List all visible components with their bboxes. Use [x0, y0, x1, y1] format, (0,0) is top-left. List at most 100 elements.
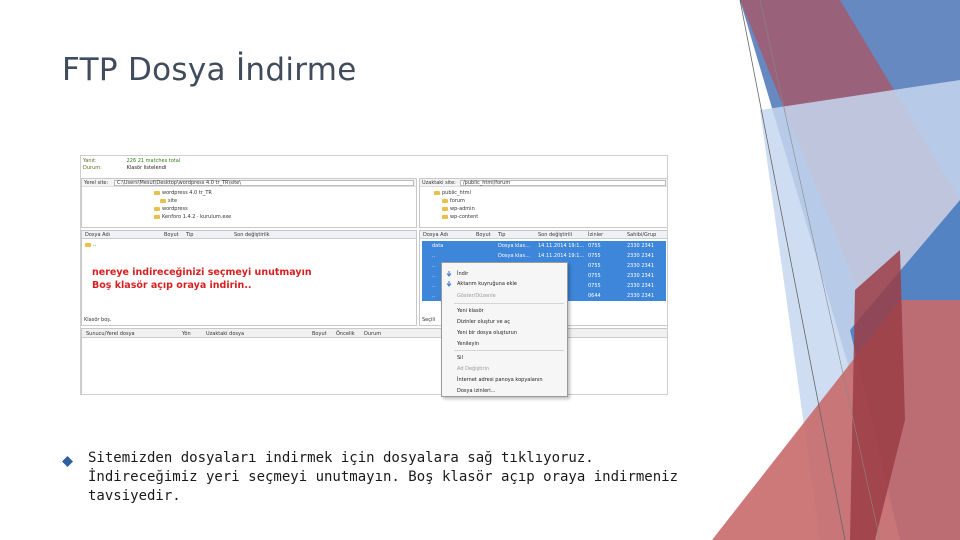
log-line: Durum: Klasör listelendi — [83, 165, 166, 171]
row-perms: 0755 — [588, 283, 601, 289]
column-header[interactable]: Öncelik — [336, 331, 355, 337]
remote-path-bar: Uzaktaki site: /public_html/forum — [420, 179, 667, 187]
queue-add-icon — [446, 281, 452, 287]
local-status: Klasör boş. — [84, 317, 112, 323]
queue-columns: Sunucu/Yerel dosya Yön Uzaktaki dosya Bo… — [82, 329, 667, 338]
folder-icon — [442, 214, 448, 219]
folder-icon — [85, 242, 91, 247]
parent-dir-item[interactable]: .. — [85, 242, 96, 248]
column-header[interactable]: Yön — [182, 331, 191, 337]
download-arrow-icon — [446, 271, 452, 277]
tree-label: Kenforo 1.4.2 · kurulum.exe — [162, 214, 232, 220]
local-site-tree: Yerel site: C:\Users\Mesut\Desktop\wordp… — [81, 178, 417, 228]
menu-item-copy-url[interactable]: İnternet adresi panoya kopyalanın — [457, 377, 543, 383]
folder-icon — [442, 206, 448, 211]
folder-icon — [154, 206, 160, 211]
row-perms: 0755 — [588, 253, 601, 259]
menu-separator — [454, 350, 564, 351]
tree-label: site — [168, 198, 178, 204]
tree-label: forum — [450, 198, 465, 204]
tree-label: wp-admin — [450, 206, 475, 212]
menu-item-add-to-queue[interactable]: Aktarım kuyruğuna ekle — [457, 281, 517, 287]
local-site-label: Yerel site: — [84, 180, 109, 186]
row-perms: 0755 — [588, 273, 601, 279]
folder-icon — [160, 198, 166, 203]
column-header[interactable]: Boyut — [476, 232, 491, 238]
column-header[interactable]: Boyut — [312, 331, 327, 337]
menu-item-file-permissions[interactable]: Dosya izinleri... — [457, 388, 495, 394]
context-menu: İndir Aktarım kuyruğuna ekle Göster/Düze… — [441, 262, 568, 397]
slide-title: FTP Dosya İndirme — [62, 52, 357, 88]
column-header[interactable]: Son değiştirili — [538, 232, 572, 238]
local-columns: Dosya Adı Boyut Tip Son değiştirilk — [82, 231, 416, 239]
column-header[interactable]: Tip — [186, 232, 193, 238]
annotation-line-1: nereye indireceğinizi seçmeyi unutmayın — [92, 267, 312, 278]
row-name: data — [432, 243, 444, 249]
menu-item-create-open-dir[interactable]: Dizinler oluştur ve aç — [457, 319, 510, 325]
column-header[interactable]: Dosya Adı — [85, 232, 110, 238]
tree-item[interactable]: Kenforo 1.4.2 · kurulum.exe — [154, 214, 231, 220]
tree-label: wordpress 4.0 tr_TR — [162, 190, 212, 196]
filezilla-screenshot: Yanıt: 226 21 matches total Durum: Klasö… — [80, 155, 668, 395]
log-value: 226 21 matches total — [126, 158, 181, 164]
tree-item[interactable]: forum — [442, 198, 465, 204]
column-header[interactable]: Durum — [364, 331, 381, 337]
row-name: .. — [432, 293, 436, 299]
column-header[interactable]: İzinler — [588, 232, 603, 238]
tree-item[interactable]: wp-content — [442, 214, 478, 220]
menu-item-delete[interactable]: Sil — [457, 355, 463, 361]
menu-item-rename[interactable]: Ad Değiştirin — [457, 366, 489, 372]
row-owner: 2330 2341 — [627, 243, 655, 249]
transfer-queue: Sunucu/Yerel dosya Yön Uzaktaki dosya Bo… — [81, 328, 667, 394]
row-type: Dosya klas... — [498, 253, 530, 259]
log-key: Durum: — [83, 165, 102, 171]
row-name: .. — [432, 263, 436, 269]
menu-item-new-file[interactable]: Yeni bir dosya oluşturun — [457, 330, 517, 336]
menu-item-refresh[interactable]: Yenileyin — [457, 341, 479, 347]
table-row[interactable]: data Dosya klas... 14.11.2014 19:1... 07… — [422, 241, 666, 251]
row-name: .. — [432, 273, 436, 279]
log-key: Yanıt: — [83, 158, 97, 164]
row-owner: 2330 2341 — [627, 283, 655, 289]
message-log: Yanıt: 226 21 matches total Durum: Klasö… — [81, 156, 667, 176]
remote-status: Seçili — [422, 317, 436, 323]
local-path-input[interactable]: C:\Users\Mesut\Desktop\wordpress 4.0 tr_… — [114, 180, 414, 186]
remote-columns: Dosya Adı Boyut Tip Son değiştirili İzin… — [420, 231, 667, 239]
annotation-line-2: Boş klasör açıp oraya indirin.. — [92, 280, 252, 291]
tree-item[interactable]: wordpress — [154, 206, 188, 212]
bullet-text: Sitemizden dosyaları indirmek için dosya… — [88, 450, 679, 504]
tree-label: wp-content — [450, 214, 479, 220]
tree-item[interactable]: public_html — [434, 190, 471, 196]
menu-item-download[interactable]: İndir — [457, 271, 468, 277]
row-name: .. — [432, 283, 436, 289]
tree-item[interactable]: wordpress 4.0 tr_TR — [154, 190, 212, 196]
column-header[interactable]: Son değiştirilk — [234, 232, 270, 238]
remote-path-input[interactable]: /public_html/forum — [460, 180, 666, 186]
local-path-bar: Yerel site: C:\Users\Mesut\Desktop\wordp… — [82, 179, 416, 187]
row-type: Dosya klas... — [498, 243, 530, 249]
folder-icon — [442, 198, 448, 203]
folder-icon — [154, 214, 160, 219]
menu-separator — [454, 303, 564, 304]
row-owner: 2330 2341 — [627, 293, 655, 299]
remote-site-tree: Uzaktaki site: /public_html/forum public… — [419, 178, 667, 228]
folder-icon — [154, 190, 160, 195]
row-owner: 2330 2341 — [627, 253, 655, 259]
column-header[interactable]: Sahibi/Grup — [627, 232, 656, 238]
row-modified: 14.11.2014 19:1... — [538, 243, 585, 249]
table-row[interactable]: .. Dosya klas... 14.11.2014 19:1... 0755… — [422, 251, 666, 261]
tree-item[interactable]: wp-admin — [442, 206, 475, 212]
column-header[interactable]: Dosya Adı — [423, 232, 448, 238]
row-perms: 0644 — [588, 293, 601, 299]
menu-item-new-folder[interactable]: Yeni klasör — [457, 308, 484, 314]
column-header[interactable]: Uzaktaki dosya — [206, 331, 244, 337]
column-header[interactable]: Boyut — [164, 232, 179, 238]
column-header[interactable]: Sunucu/Yerel dosya — [86, 331, 135, 337]
column-header[interactable]: Tip — [498, 232, 505, 238]
row-owner: 2330 2341 — [627, 273, 655, 279]
menu-item-view-edit[interactable]: Göster/Düzenle — [457, 293, 496, 299]
row-perms: 0755 — [588, 243, 601, 249]
tree-item[interactable]: site — [160, 198, 177, 204]
row-perms: 0755 — [588, 263, 601, 269]
log-line: Yanıt: 226 21 matches total — [83, 158, 180, 164]
